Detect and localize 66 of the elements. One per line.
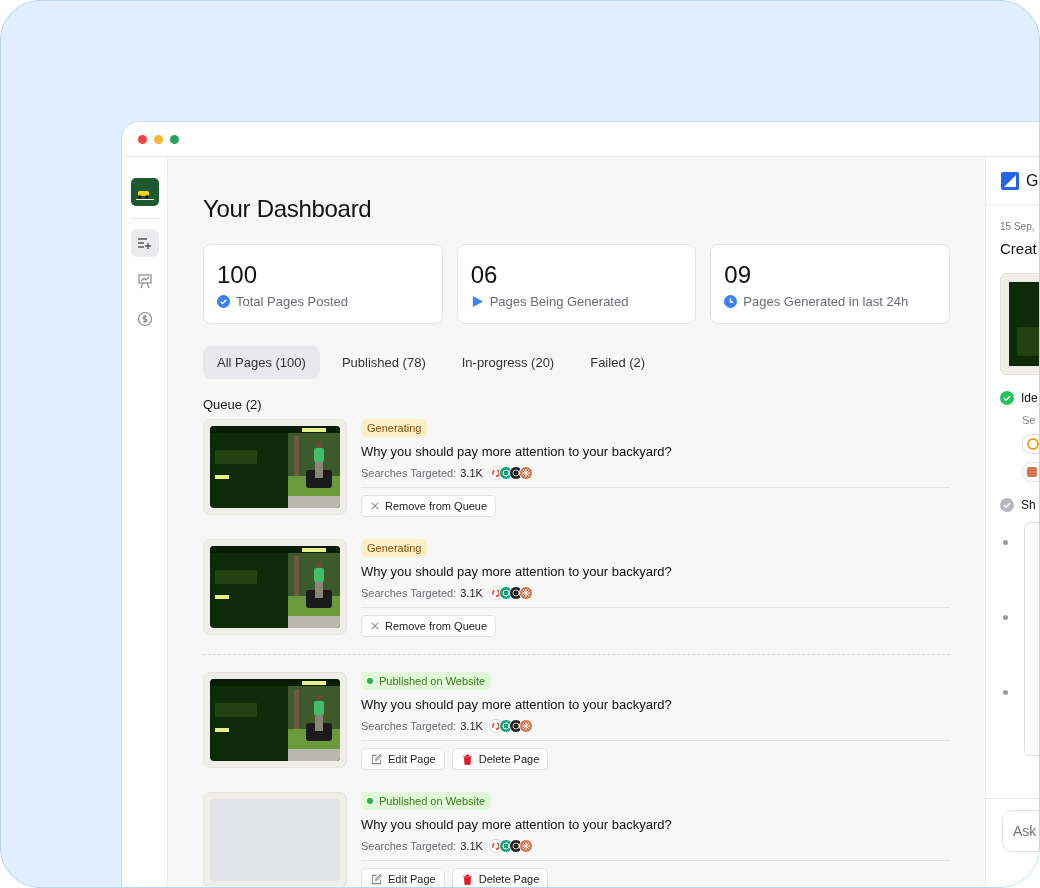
stat-value: 06	[470, 261, 499, 289]
searches-label: Searches Targeted:	[361, 467, 457, 479]
timeline-dot	[1003, 690, 1008, 695]
stat-value: 09	[724, 261, 753, 289]
searches-value: 3.1K	[460, 720, 483, 732]
status-badge: Published on Website	[361, 792, 492, 810]
list-add-icon	[136, 235, 153, 251]
panel-title: G	[1026, 171, 1039, 190]
search-engines-icon	[488, 586, 535, 600]
step-note: Se	[1022, 414, 1037, 426]
maximize-dot[interactable]	[170, 134, 179, 144]
check-icon	[217, 295, 230, 308]
page-title-text: Why you should pay more attention to your backyard?	[361, 564, 672, 579]
minimize-dot[interactable]	[154, 134, 163, 144]
search-engines-icon	[488, 719, 535, 733]
action-button[interactable]: Remove from Queue	[361, 495, 497, 517]
searches-label: Searches Targeted:	[361, 587, 457, 599]
page-title-text: Why you should pay more attention to your backyard?	[361, 817, 672, 832]
panel-date: 15 Sep,	[1000, 221, 1036, 232]
search-engines-icon	[488, 466, 535, 480]
status-badge: Generating	[361, 539, 428, 557]
edit-icon	[371, 753, 382, 765]
step-label: Sh	[1021, 498, 1036, 512]
section-label: Queue (2)	[203, 397, 263, 412]
app-icon	[1001, 171, 1019, 190]
status-badge: Generating	[361, 419, 428, 437]
action-button[interactable]: Edit Page	[361, 748, 445, 770]
close-icon	[371, 502, 379, 510]
searches-value: 3.1K	[460, 840, 483, 852]
trash-icon	[461, 873, 473, 885]
nav-button[interactable]	[130, 229, 159, 257]
filter-tab[interactable]: Published (78)	[327, 346, 440, 379]
timeline-dot	[1003, 615, 1008, 620]
status-badge: Published on Website	[361, 672, 492, 690]
close-icon	[371, 622, 379, 630]
action-button[interactable]: Remove from Queue	[361, 615, 497, 637]
stat-label: Pages Being Generated	[489, 294, 629, 309]
searches-label: Searches Targeted:	[361, 720, 457, 732]
searches-label: Searches Targeted:	[361, 840, 457, 852]
trash-icon	[461, 753, 473, 765]
filter-tab[interactable]: All Pages (100)	[203, 346, 320, 379]
action-button[interactable]: Edit Page	[361, 868, 445, 887]
searches-value: 3.1K	[460, 467, 483, 479]
stat-value: 100	[217, 261, 259, 289]
chart-board-icon	[136, 273, 153, 289]
action-button[interactable]: Delete Page	[451, 868, 549, 887]
stat-label: Pages Generated in last 24h	[743, 294, 909, 309]
page-title: Your Dashboard	[203, 195, 373, 223]
page-title-text: Why you should pay more attention to your backyard?	[361, 697, 672, 712]
action-button[interactable]: Delete Page	[451, 748, 549, 770]
step-label: Ide	[1021, 391, 1038, 405]
close-dot[interactable]	[138, 134, 147, 144]
filter-tab[interactable]: Failed (2)	[576, 346, 660, 379]
stat-label: Total Pages Posted	[236, 294, 349, 309]
filter-tab[interactable]: In-progress (20)	[447, 346, 569, 379]
logo-icon[interactable]	[130, 178, 159, 206]
clock-icon	[724, 295, 738, 308]
searches-value: 3.1K	[460, 587, 483, 599]
page-title-text: Why you should pay more attention to your backyard?	[361, 444, 672, 459]
timeline-dot	[1003, 540, 1008, 545]
search-engines-icon	[488, 839, 535, 853]
edit-icon	[371, 873, 382, 885]
ask-input[interactable]: Ask	[1002, 810, 1039, 852]
panel-heading: Creat	[1000, 240, 1038, 257]
dollar-icon	[136, 311, 153, 327]
play-icon	[470, 295, 484, 308]
